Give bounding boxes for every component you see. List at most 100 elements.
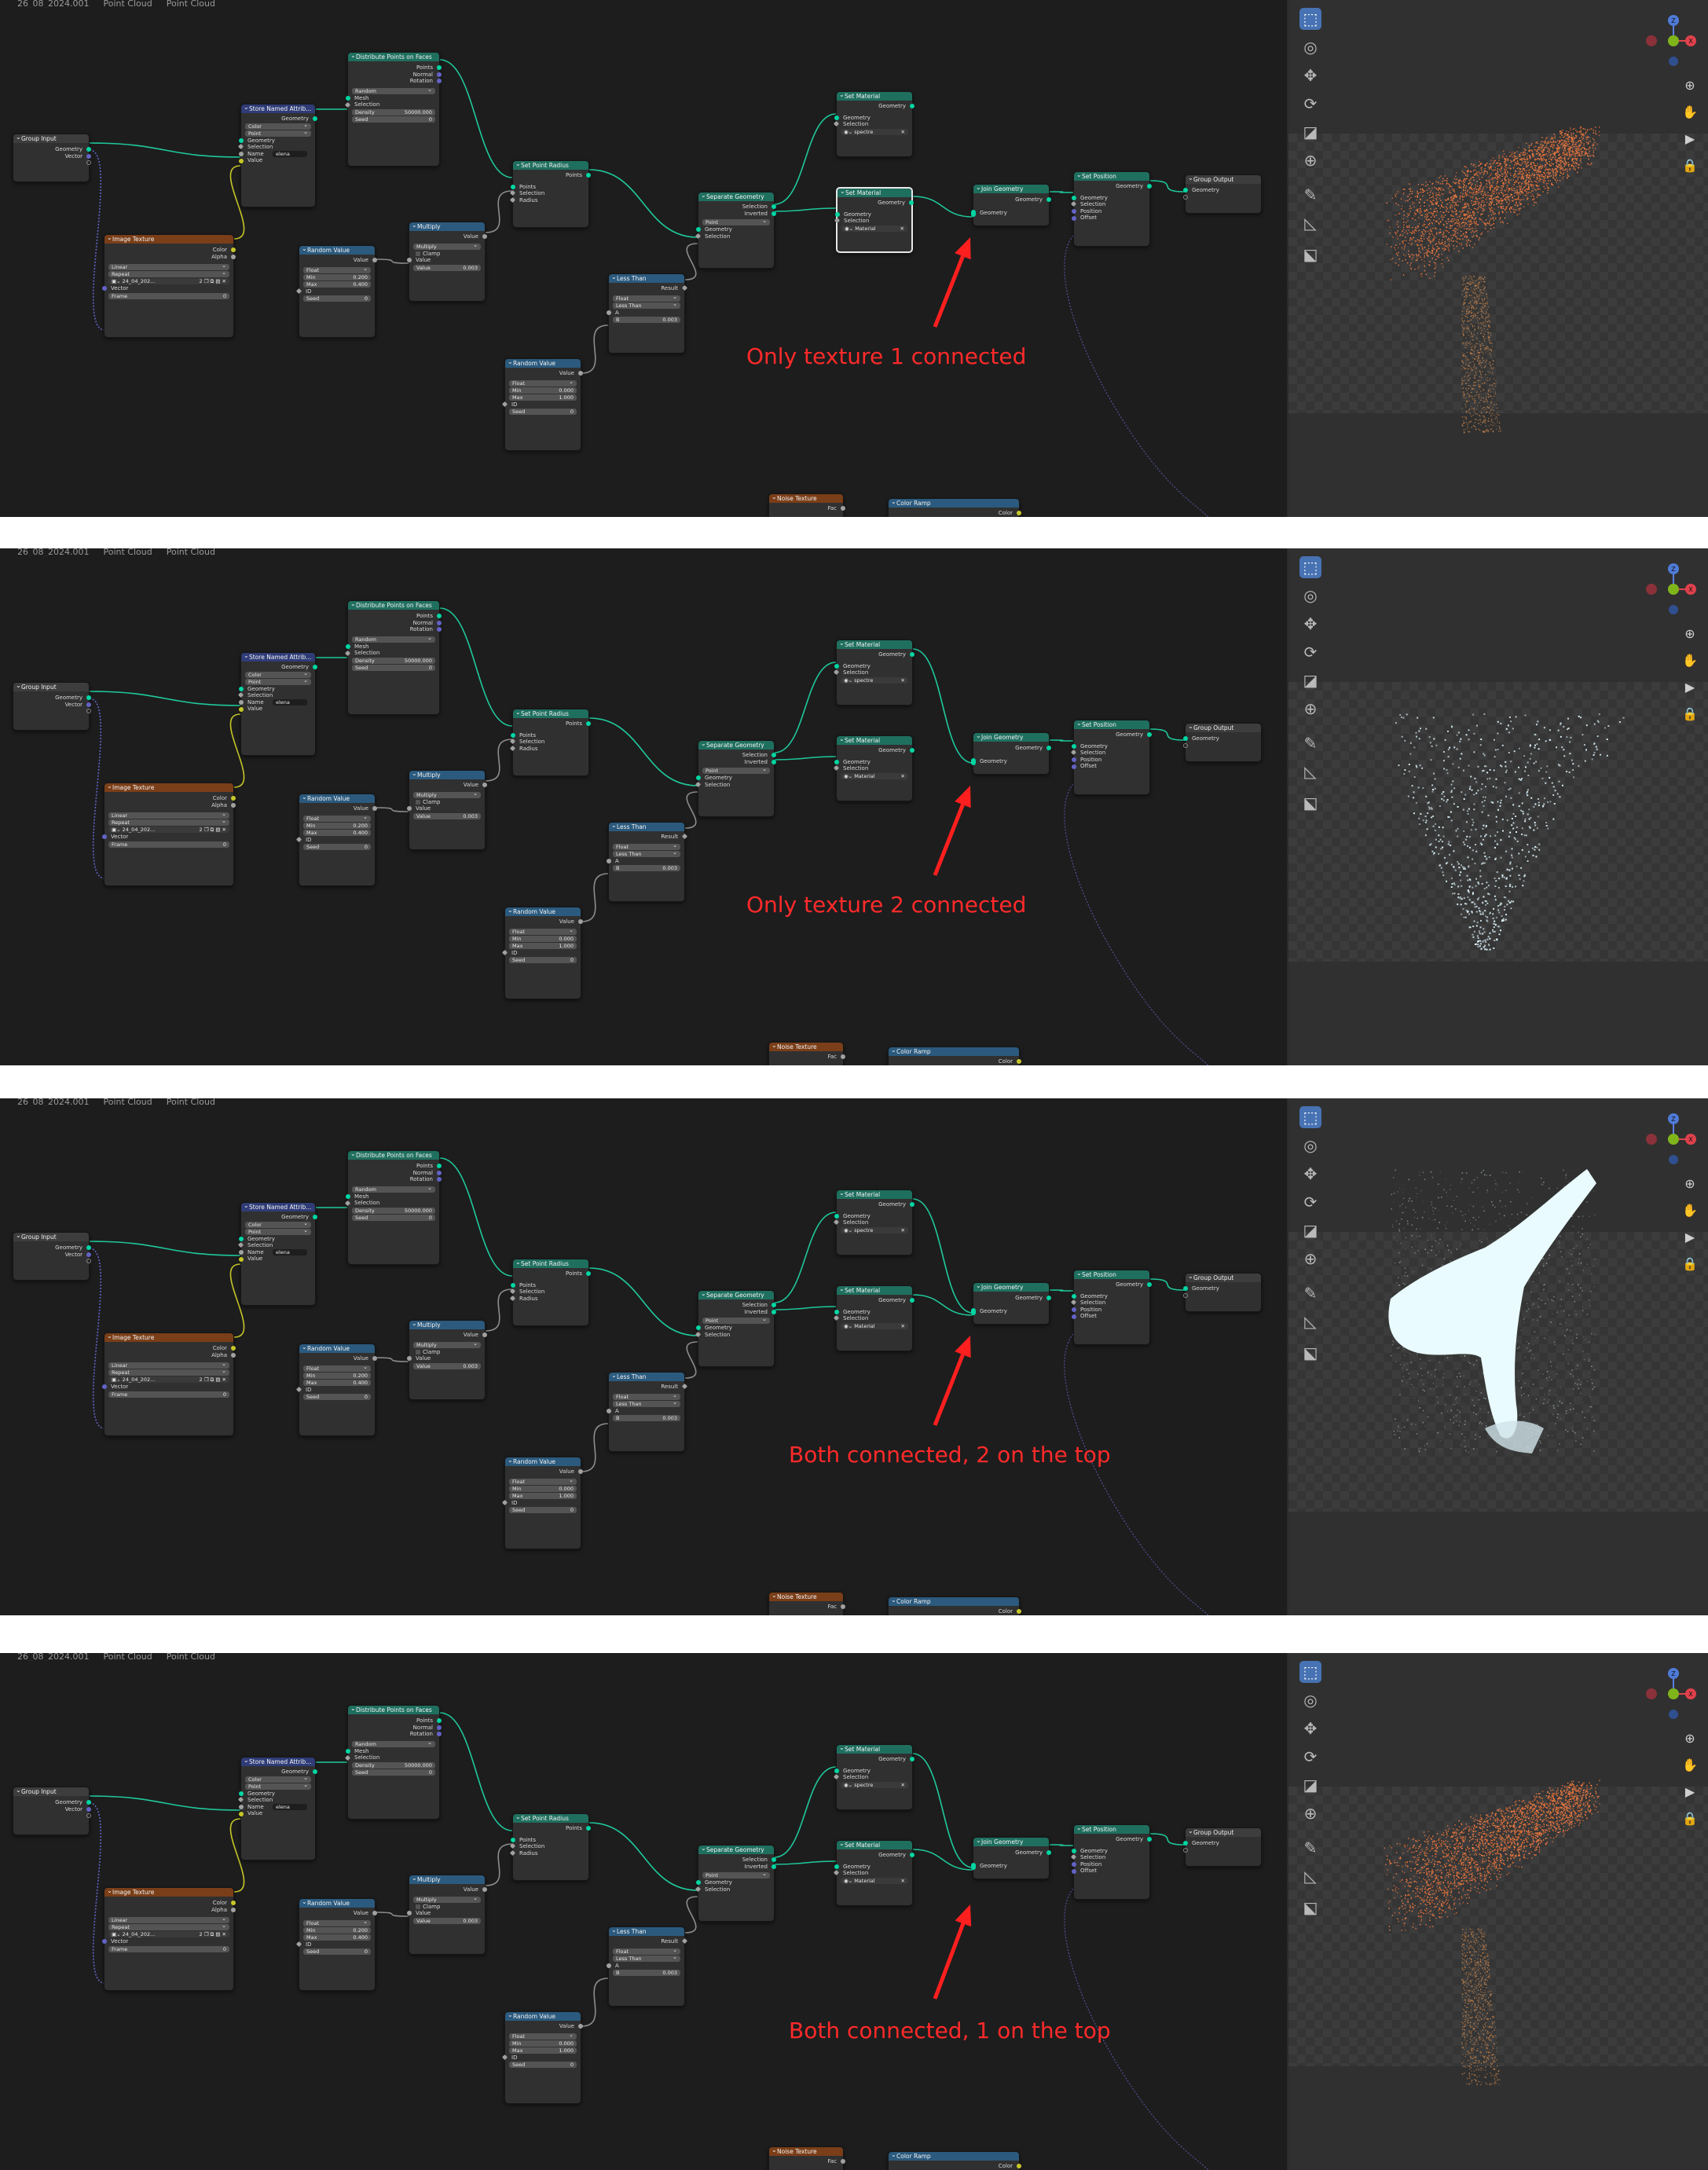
material-selector[interactable]: ◉⌄ Material ✕	[841, 1877, 908, 1884]
output-socket[interactable]	[1147, 1837, 1152, 1842]
input-socket[interactable]	[239, 1256, 244, 1262]
input-socket[interactable]	[1183, 1841, 1188, 1846]
name-field[interactable]: elena	[273, 1803, 307, 1810]
output-socket[interactable]	[231, 802, 236, 808]
input-socket[interactable]	[346, 96, 350, 101]
store-named-attribute-node[interactable]: Store Named Attrib... Geometry Color Poi…	[237, 1757, 317, 1860]
output-socket[interactable]	[910, 104, 914, 109]
set-material-node-1[interactable]: Set Material Geometry Geometry Selection…	[833, 1189, 914, 1255]
input-socket[interactable]	[346, 1194, 350, 1200]
b-field[interactable]: B 0.003	[613, 1970, 680, 1977]
input-socket[interactable]	[407, 258, 412, 263]
input-socket[interactable]	[295, 1386, 302, 1392]
density-field[interactable]: Density 50000.000	[352, 657, 435, 664]
camera-icon[interactable]: ▶	[1678, 1224, 1702, 1251]
input-socket[interactable]	[344, 1754, 351, 1761]
input-socket[interactable]	[295, 1941, 302, 1947]
node-editor[interactable]: 26_08_2024.001 Point Cloud Point Cloud Gro…	[0, 1653, 1287, 2170]
b-field[interactable]: B 0.003	[613, 317, 680, 324]
set-point-radius-node[interactable]: Set Point Radius Points Points Selection…	[509, 160, 591, 228]
interpolation-dropdown[interactable]: Linear	[108, 812, 229, 819]
input-socket[interactable]	[501, 1499, 508, 1505]
set-material-node-1[interactable]: Set Material Geometry Geometry Selection…	[833, 640, 914, 706]
data-type-dropdown[interactable]: Float	[303, 1919, 371, 1926]
output-socket[interactable]	[1147, 184, 1152, 189]
virtual-socket[interactable]	[86, 1813, 91, 1819]
input-socket[interactable]	[607, 858, 611, 863]
clear-material-icon[interactable]: ✕	[901, 773, 905, 779]
input-socket[interactable]	[1070, 1299, 1077, 1306]
input-socket[interactable]	[834, 1213, 839, 1219]
output-socket[interactable]	[681, 285, 688, 291]
output-socket[interactable]	[1046, 1296, 1051, 1301]
data-type-dropdown[interactable]: Float	[613, 843, 680, 850]
input-socket[interactable]	[1072, 1307, 1076, 1313]
output-socket[interactable]	[86, 153, 91, 159]
navigation-gizmo[interactable]: Z X	[1640, 1108, 1703, 1171]
annotate-icon[interactable]: ✎	[1299, 184, 1321, 206]
output-socket[interactable]	[86, 1245, 91, 1251]
output-socket[interactable]	[231, 254, 236, 259]
data-type-dropdown[interactable]: Float	[613, 1948, 680, 1955]
clamp-checkbox-row[interactable]: Clamp	[409, 799, 485, 806]
min-field[interactable]: Min 0.000	[509, 387, 577, 394]
input-socket[interactable]	[1070, 1854, 1077, 1860]
input-socket[interactable]	[509, 746, 516, 752]
image-selector[interactable]: ▣⌄ 24_04_202... 2 ❐ ⧉ ▤ ✕	[108, 1931, 229, 1938]
input-socket[interactable]	[834, 663, 839, 669]
image-selector[interactable]: ▣⌄ 24_04_202... 2 ❐ ⧉ ▤ ✕	[108, 278, 229, 285]
input-socket[interactable]	[509, 739, 516, 745]
color-ramp-node[interactable]: Color Ramp Color	[888, 1047, 1021, 1065]
output-socket[interactable]	[772, 204, 776, 210]
clear-material-icon[interactable]: ✕	[901, 129, 905, 135]
output-socket[interactable]	[1046, 746, 1051, 751]
output-socket[interactable]	[1017, 1059, 1021, 1065]
node-editor[interactable]: 26_08_2024.001 Point Cloud Point Cloud Gro…	[0, 548, 1287, 1065]
set-material-node-1[interactable]: Set Material Geometry Geometry Selection…	[833, 91, 914, 157]
rotate-icon[interactable]: ⟳	[1299, 1746, 1321, 1768]
set-position-node[interactable]: Set Position Geometry Geometry Selection…	[1070, 720, 1152, 795]
input-socket[interactable]	[511, 1837, 515, 1842]
input-socket[interactable]	[833, 1774, 840, 1780]
input-socket[interactable]	[1072, 209, 1076, 214]
data-type-dropdown[interactable]: Color	[245, 671, 311, 678]
output-socket[interactable]	[231, 1901, 236, 1906]
min-field[interactable]: Min 0.000	[509, 935, 577, 942]
output-socket[interactable]	[841, 2159, 845, 2165]
output-socket[interactable]	[482, 1332, 487, 1338]
add-cube-icon[interactable]: ⬕	[1299, 1897, 1321, 1919]
random-value-node-2[interactable]: Random Value Value Float Min0.000 Max1.0…	[501, 907, 583, 999]
input-socket[interactable]	[501, 949, 508, 955]
compare-less-than-node[interactable]: Less Than Result Float Less Than A B0.00…	[607, 273, 688, 354]
input-socket[interactable]	[407, 1911, 412, 1916]
data-type-dropdown[interactable]: Float	[509, 928, 577, 935]
input-socket[interactable]	[237, 144, 244, 150]
clamp-checkbox-row[interactable]: Clamp	[409, 1904, 485, 1911]
input-socket[interactable]	[344, 650, 351, 656]
input-socket[interactable]	[834, 218, 841, 224]
material-selector[interactable]: ◉⌄ Material ✕	[841, 772, 908, 779]
input-socket[interactable]	[237, 1797, 244, 1803]
output-socket[interactable]	[1017, 2164, 1021, 2169]
output-socket[interactable]	[586, 721, 591, 727]
min-field[interactable]: Min 0.200	[303, 273, 371, 280]
material-selector[interactable]: ◉⌄ spectre ✕	[841, 676, 908, 684]
min-field[interactable]: Min 0.000	[509, 1485, 577, 1492]
data-type-dropdown[interactable]: Float	[303, 815, 371, 822]
output-socket[interactable]	[1017, 1609, 1021, 1615]
operation-dropdown[interactable]: Less Than	[613, 1955, 680, 1962]
virtual-socket[interactable]	[1183, 194, 1188, 200]
add-cube-icon[interactable]: ⬕	[1299, 1342, 1321, 1364]
value-field[interactable]: Value 0.003	[413, 1917, 481, 1924]
color-ramp-node[interactable]: Color Ramp Color	[888, 1596, 1021, 1615]
group-input-node[interactable]: Group Input Geometry Vector	[13, 1787, 91, 1835]
output-socket[interactable]	[231, 247, 236, 253]
join-geometry-node[interactable]: Join Geometry Geometry Geometry	[971, 732, 1051, 775]
hand-pan-icon[interactable]: ✋	[1678, 1197, 1702, 1224]
max-field[interactable]: Max 0.400	[303, 1379, 371, 1386]
output-socket[interactable]	[841, 1604, 845, 1610]
frame-field[interactable]: Frame 0	[108, 1945, 229, 1952]
clear-material-icon[interactable]: ✕	[901, 1323, 905, 1329]
input-socket[interactable]	[407, 1356, 412, 1362]
output-socket[interactable]	[772, 1303, 776, 1308]
